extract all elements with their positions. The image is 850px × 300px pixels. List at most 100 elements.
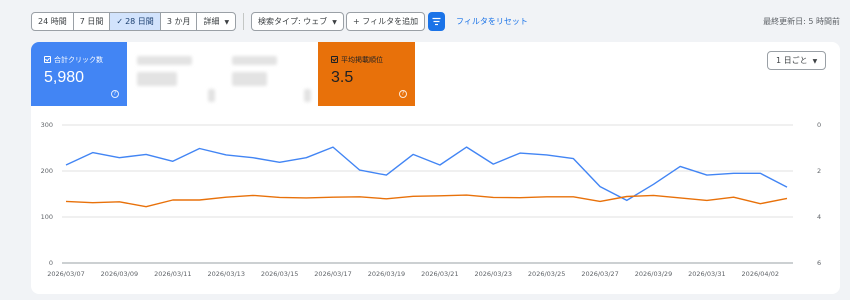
- x-tick-label: 2026/03/25: [528, 270, 565, 278]
- data-point-position: [785, 197, 788, 200]
- data-point-clicks: [759, 172, 762, 175]
- add-filter-button[interactable]: + フィルタを追加: [346, 12, 426, 31]
- data-point-clicks: [625, 199, 628, 202]
- data-point-position: [679, 196, 682, 199]
- reset-filters-link[interactable]: フィルタをリセット: [456, 12, 528, 31]
- data-point-clicks: [251, 156, 254, 159]
- x-tick-label: 2026/03/15: [261, 270, 298, 278]
- data-point-clicks: [465, 145, 468, 148]
- data-point-clicks: [278, 161, 281, 164]
- x-tick-label: 2026/03/19: [368, 270, 405, 278]
- data-point-position: [465, 194, 468, 197]
- data-point-position: [251, 194, 254, 197]
- data-point-clicks: [652, 183, 655, 186]
- range-3m-button[interactable]: 3 か月: [161, 13, 198, 30]
- data-point-clicks: [358, 168, 361, 171]
- date-range-selector: 24 時間 7 日間 ✓ 28 日間 3 か月 詳細 ▼: [31, 12, 237, 31]
- range-7d-button[interactable]: 7 日間: [74, 13, 111, 30]
- x-tick-label: 2026/03/23: [475, 270, 512, 278]
- range-custom-button[interactable]: 詳細 ▼: [197, 13, 235, 30]
- y-right-tick-label: 2: [817, 167, 821, 175]
- data-point-clicks: [145, 153, 148, 156]
- data-point-position: [358, 195, 361, 198]
- data-point-clicks: [732, 172, 735, 175]
- data-point-position: [225, 196, 228, 199]
- data-point-clicks: [598, 185, 601, 188]
- data-point-position: [64, 200, 67, 203]
- caret-down-icon: ▼: [332, 19, 337, 26]
- range-28d-label: 28 日間: [125, 17, 154, 26]
- y-right-tick-label: 0: [817, 121, 821, 129]
- data-point-position: [305, 196, 308, 199]
- data-point-clicks: [198, 147, 201, 150]
- check-icon: ✓: [116, 17, 124, 26]
- x-tick-label: 2026/03/17: [314, 270, 351, 278]
- data-point-position: [385, 197, 388, 200]
- data-point-position: [545, 195, 548, 198]
- data-point-position: [91, 201, 94, 204]
- data-point-position: [198, 198, 201, 201]
- y-left-tick-label: 100: [41, 213, 53, 221]
- y-right-tick-label: 4: [817, 213, 821, 221]
- data-point-clicks: [412, 153, 415, 156]
- data-point-position: [412, 195, 415, 198]
- data-point-position: [598, 200, 601, 203]
- filter-icon: [432, 17, 441, 26]
- data-point-position: [759, 202, 762, 205]
- data-point-clicks: [785, 186, 788, 189]
- data-point-clicks: [679, 165, 682, 168]
- data-point-position: [171, 198, 174, 201]
- data-point-position: [145, 205, 148, 208]
- y-left-tick-label: 200: [41, 167, 53, 175]
- data-point-clicks: [438, 163, 441, 166]
- search-type-button[interactable]: 検索タイプ: ウェブ ▼: [251, 12, 344, 31]
- data-point-position: [492, 196, 495, 199]
- x-tick-label: 2026/03/07: [47, 270, 84, 278]
- data-point-clicks: [572, 157, 575, 160]
- range-28d-button[interactable]: ✓ 28 日間: [110, 13, 161, 30]
- x-tick-label: 2026/03/09: [101, 270, 138, 278]
- performance-chart: 0 100 200 300 0 2 4 6 2026/03/07 2026/03/09 2026/0…: [41, 121, 822, 278]
- data-point-position: [705, 199, 708, 202]
- data-point-position: [572, 195, 575, 198]
- data-point-clicks: [91, 151, 94, 154]
- y-right-tick-label: 6: [817, 259, 821, 267]
- series-line-position: [65, 194, 788, 208]
- last-updated-text: 最終更新日: 5 時間前: [763, 17, 840, 26]
- data-point-position: [732, 196, 735, 199]
- x-tick-label: 2026/03/21: [421, 270, 458, 278]
- data-point-position: [278, 196, 281, 199]
- x-tick-label: 2026/03/13: [207, 270, 244, 278]
- data-point-clicks: [331, 145, 334, 148]
- data-point-clicks: [492, 163, 495, 166]
- data-point-clicks: [305, 156, 308, 159]
- caret-down-icon: ▼: [224, 19, 230, 26]
- x-tick-label: 2026/03/27: [581, 270, 618, 278]
- range-custom-label: 詳細: [203, 17, 220, 26]
- data-point-clicks: [64, 163, 67, 166]
- data-point-position: [652, 194, 655, 197]
- x-tick-label: 2026/03/29: [635, 270, 672, 278]
- data-point-clicks: [225, 153, 228, 156]
- range-24h-button[interactable]: 24 時間: [32, 13, 74, 30]
- filter-toggle-button[interactable]: [428, 12, 445, 31]
- x-tick-label: 2026/03/11: [154, 270, 191, 278]
- data-point-position: [518, 196, 521, 199]
- data-point-clicks: [518, 151, 521, 154]
- data-point-clicks: [705, 174, 708, 177]
- data-point-clicks: [118, 156, 121, 159]
- add-filter-label: + フィルタを追加: [353, 17, 419, 26]
- data-point-position: [118, 200, 121, 203]
- data-point-clicks: [385, 174, 388, 177]
- data-point-position: [625, 195, 628, 198]
- toolbar-divider: [243, 13, 244, 30]
- data-point-clicks: [171, 160, 174, 163]
- toolbar: 24 時間 7 日間 ✓ 28 日間 3 か月 詳細 ▼ 検索タイプ: ウェブ ▼ +…: [0, 0, 850, 42]
- y-left-tick-label: 300: [41, 121, 53, 129]
- search-type-label: 検索タイプ: ウェブ: [258, 17, 328, 26]
- series-line-clicks: [65, 146, 788, 202]
- x-tick-label: 2026/04/02: [742, 270, 779, 278]
- data-point-clicks: [545, 153, 548, 156]
- x-tick-label: 2026/03/31: [688, 270, 725, 278]
- y-left-tick-label: 0: [49, 259, 53, 267]
